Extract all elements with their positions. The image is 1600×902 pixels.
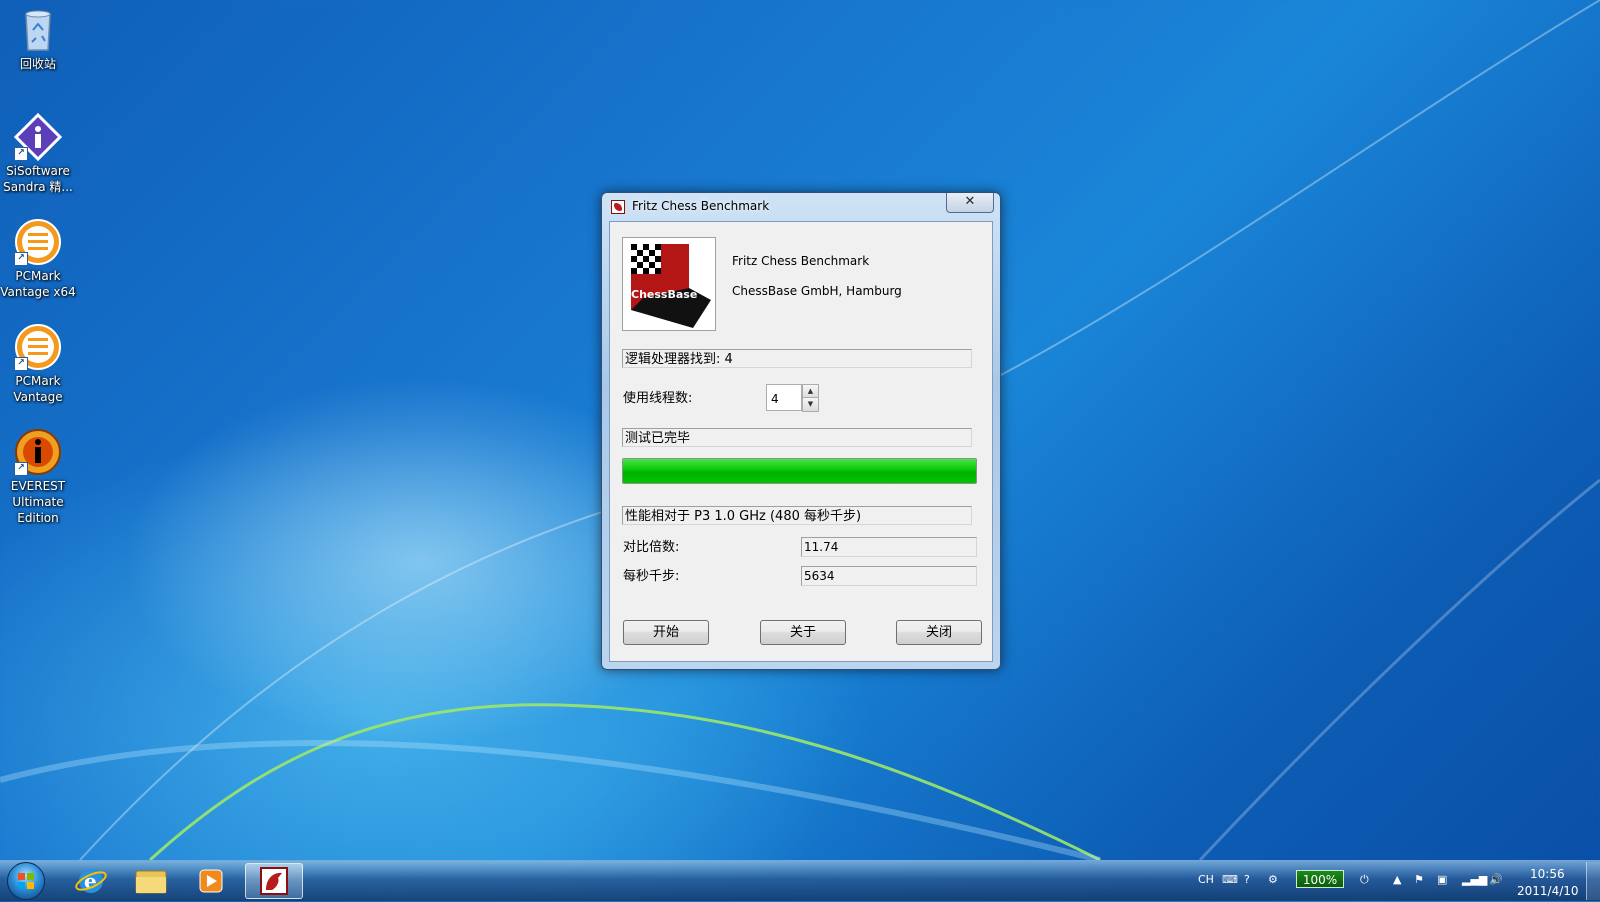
desktop-icon-label: PCMark Vantage [13, 374, 63, 404]
taskbar-explorer[interactable] [122, 863, 180, 899]
thread-count-stepper[interactable]: ▲ ▼ [766, 384, 819, 412]
desktop-icon-label: EVEREST Ultimate Edition [10, 479, 66, 525]
about-button[interactable]: 关于 [760, 620, 846, 645]
windows-logo-icon [18, 873, 34, 889]
chessbase-logo: ChessBase [622, 237, 716, 331]
taskbar-internet-explorer[interactable]: e [62, 863, 120, 899]
shortcut-arrow-icon: ↗ [14, 462, 28, 476]
shortcut-arrow-icon: ↗ [14, 147, 28, 161]
ratio-label: 对比倍数: [623, 540, 680, 555]
shortcut-arrow-icon: ↗ [14, 357, 28, 371]
recycle-bin-icon [14, 6, 62, 54]
pcmark-icon: ↗ [14, 323, 62, 371]
ratio-value-field: 11.74 [801, 537, 977, 557]
ime-options-icon[interactable]: ⚙ [1268, 873, 1278, 886]
battery-indicator[interactable]: 100% [1296, 870, 1344, 888]
status-text: 测试已完毕 [622, 428, 972, 447]
media-player-icon [199, 869, 223, 893]
language-indicator[interactable]: CH [1198, 873, 1214, 886]
desktop-icon-sisoftware-sandra[interactable]: ↗ SiSoftware Sandra 精... [0, 112, 76, 195]
close-button[interactable]: 关闭 [896, 620, 982, 645]
thread-count-input[interactable] [766, 384, 802, 411]
power-plug-icon[interactable]: ⏻ [1360, 873, 1369, 887]
about-product-name: Fritz Chess Benchmark [732, 254, 870, 268]
show-desktop-button[interactable] [1586, 862, 1600, 900]
desktop-icon-label: 回收站 [19, 57, 56, 71]
desktop: 回收站 ↗ SiSoftware Sandra 精... ↗ PCMark Va [0, 0, 1600, 860]
fritz-benchmark-window: Fritz Chess Benchmark ✕ ChessBase Fritz … [601, 192, 1001, 670]
desktop-icon-recycle-bin[interactable]: 回收站 [0, 6, 76, 72]
network-signal-icon[interactable]: ▂▄▆ [1462, 873, 1487, 886]
folder-icon [135, 870, 167, 894]
pcmark-icon: ↗ [14, 218, 62, 266]
logo-text: ChessBase [631, 288, 698, 301]
clock-date[interactable]: 2011/4/10 [1517, 884, 1579, 898]
desktop-icon-pcmark-vantage-x64[interactable]: ↗ PCMark Vantage x64 [0, 218, 76, 300]
progress-fill [623, 459, 976, 483]
close-icon: ✕ [964, 194, 976, 209]
window-client-area: ChessBase Fritz Chess Benchmark ChessBas… [609, 221, 993, 662]
show-hidden-icons-chevron-icon[interactable]: ▲ [1393, 873, 1401, 886]
about-company-name: ChessBase GmbH, Hamburg [732, 284, 902, 298]
taskbar-media-player[interactable] [182, 863, 240, 899]
shortcut-arrow-icon: ↗ [14, 252, 28, 266]
fritz-app-icon [260, 867, 288, 895]
keyboard-icon[interactable]: ⌨ [1222, 873, 1238, 886]
action-center-flag-icon[interactable]: ⚑ [1414, 873, 1424, 886]
device-icon[interactable]: ▣ [1437, 873, 1447, 886]
taskbar-fritz-benchmark[interactable] [245, 863, 303, 899]
taskbar: e CH ⌨ ? ⚙ 100% ⏻ ▲ ⚑ ▣ ▂▄▆ 🔊 10:56 2011… [0, 860, 1600, 901]
threads-label: 使用线程数: [623, 391, 693, 406]
desktop-icon-pcmark-vantage[interactable]: ↗ PCMark Vantage [0, 323, 76, 405]
internet-explorer-icon: e [75, 869, 107, 893]
spin-down-button[interactable]: ▼ [802, 397, 819, 412]
window-close-button[interactable]: ✕ [946, 193, 994, 213]
sandra-icon: ↗ [13, 112, 63, 162]
clock-time[interactable]: 10:56 [1530, 867, 1565, 881]
kilo-nodes-label: 每秒千步: [623, 569, 680, 584]
kilo-nodes-value-field: 5634 [801, 566, 977, 586]
fritz-app-icon [611, 200, 625, 214]
benchmark-progress-bar [622, 458, 977, 484]
desktop-icon-everest[interactable]: ↗ EVEREST Ultimate Edition [0, 428, 76, 526]
performance-relative-text: 性能相对于 P3 1.0 GHz (480 每秒千步) [622, 506, 972, 525]
start-button[interactable] [7, 862, 45, 900]
start-button[interactable]: 开始 [623, 620, 709, 645]
desktop-icon-label: SiSoftware Sandra 精... [3, 164, 73, 194]
window-titlebar[interactable]: Fritz Chess Benchmark ✕ [602, 193, 1000, 221]
help-icon[interactable]: ? [1244, 873, 1250, 886]
desktop-icon-label: PCMark Vantage x64 [0, 269, 76, 299]
window-title: Fritz Chess Benchmark [632, 199, 770, 213]
volume-speaker-icon[interactable]: 🔊 [1489, 873, 1503, 886]
logical-processors-text: 逻辑处理器找到: 4 [622, 349, 972, 368]
everest-icon: ↗ [14, 428, 62, 476]
